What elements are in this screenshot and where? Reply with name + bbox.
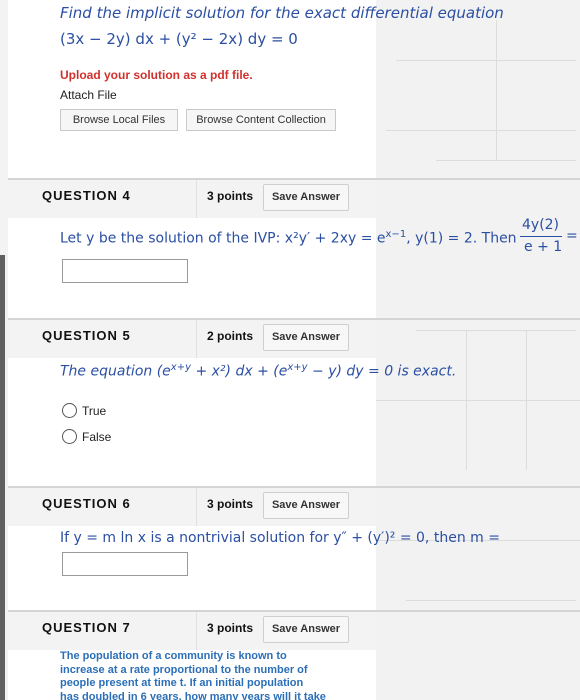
save-answer-button[interactable]: Save Answer [263,492,349,519]
question-text: The population of a community is known t… [60,650,326,700]
text-line: increase at a rate proportional to the n… [60,663,308,676]
save-answer-button[interactable]: Save Answer [263,616,349,643]
upload-note: Upload your solution as a pdf file. [60,68,253,82]
false-radio[interactable] [62,429,77,444]
points-box: 2 points Save Answer [196,320,357,358]
text-part: − y) dy = 0 is exact. [307,363,457,380]
text-part: The equation (e [60,363,171,380]
question-6-body: If y = m ln x is a nontrivial solution f… [8,526,500,610]
question-label: QUESTION 4 [42,188,131,203]
text-line: people present at time t. If an initial … [60,677,304,689]
points-label: 3 points [207,497,254,511]
answer-input[interactable] [62,259,188,283]
left-scroll-indicator [0,255,5,700]
text-part: + x²) dx + (e [191,363,288,380]
equals-sign: = [566,228,578,244]
true-radio[interactable] [62,403,77,418]
text-line: The population of a community is known t… [60,650,287,662]
browse-local-files-button[interactable]: Browse Local Files [60,109,178,131]
points-label: 3 points [207,621,254,635]
question-5-header: QUESTION 5 2 points Save Answer [8,320,580,358]
question-5-body: The equation (ex+y + x²) dx + (ex+y − y)… [8,358,456,486]
question-7-body: The population of a community is known t… [8,650,376,700]
points-label: 3 points [207,189,254,203]
fraction-bar [520,236,562,237]
question-label: QUESTION 5 [42,328,131,343]
question-label: QUESTION 7 [42,620,131,635]
text-sup: x−1 [385,229,407,240]
text-part: , y(1) = 2. Then [406,230,517,247]
fraction-denominator: e + 1 [524,239,563,255]
text-sup: x+y [287,362,308,373]
points-box: 3 points Save Answer [196,180,357,218]
question-label: QUESTION 6 [42,496,131,511]
save-answer-button[interactable]: Save Answer [263,184,349,211]
text-part: Let y be the solution of the IVP: x²y′ +… [60,230,386,247]
question-7-header: QUESTION 7 3 points Save Answer [8,612,580,650]
equation: (3x − 2y) dx + (y² − 2x) dy = 0 [60,30,298,48]
browse-content-collection-button[interactable]: Browse Content Collection [186,109,336,131]
question-text: Find the implicit solution for the exact… [60,4,504,22]
question-4-header: QUESTION 4 3 points Save Answer [8,180,580,218]
text-line: has doubled in 6 years, how many years w… [60,690,326,700]
question-4-body: Let y be the solution of the IVP: x²y′ +… [8,218,517,318]
save-answer-button[interactable]: Save Answer [263,324,349,351]
text-sup: x+y [170,362,192,373]
fraction-numerator: 4y(2) [522,217,560,233]
points-box: 3 points Save Answer [196,612,357,650]
question-text: Let y be the solution of the IVP: x²y′ +… [60,229,517,247]
false-label: False [82,430,112,444]
previous-question-panel: Find the implicit solution for the exact… [8,0,504,178]
attach-file-label: Attach File [60,88,117,102]
true-label: True [82,404,107,418]
points-box: 3 points Save Answer [196,488,357,526]
points-label: 2 points [207,329,254,343]
question-text: The equation (ex+y + x²) dx + (ex+y − y)… [60,362,456,380]
question-text: If y = m ln x is a nontrivial solution f… [60,530,500,546]
question-6-header: QUESTION 6 3 points Save Answer [8,488,580,526]
answer-input[interactable] [62,552,188,576]
